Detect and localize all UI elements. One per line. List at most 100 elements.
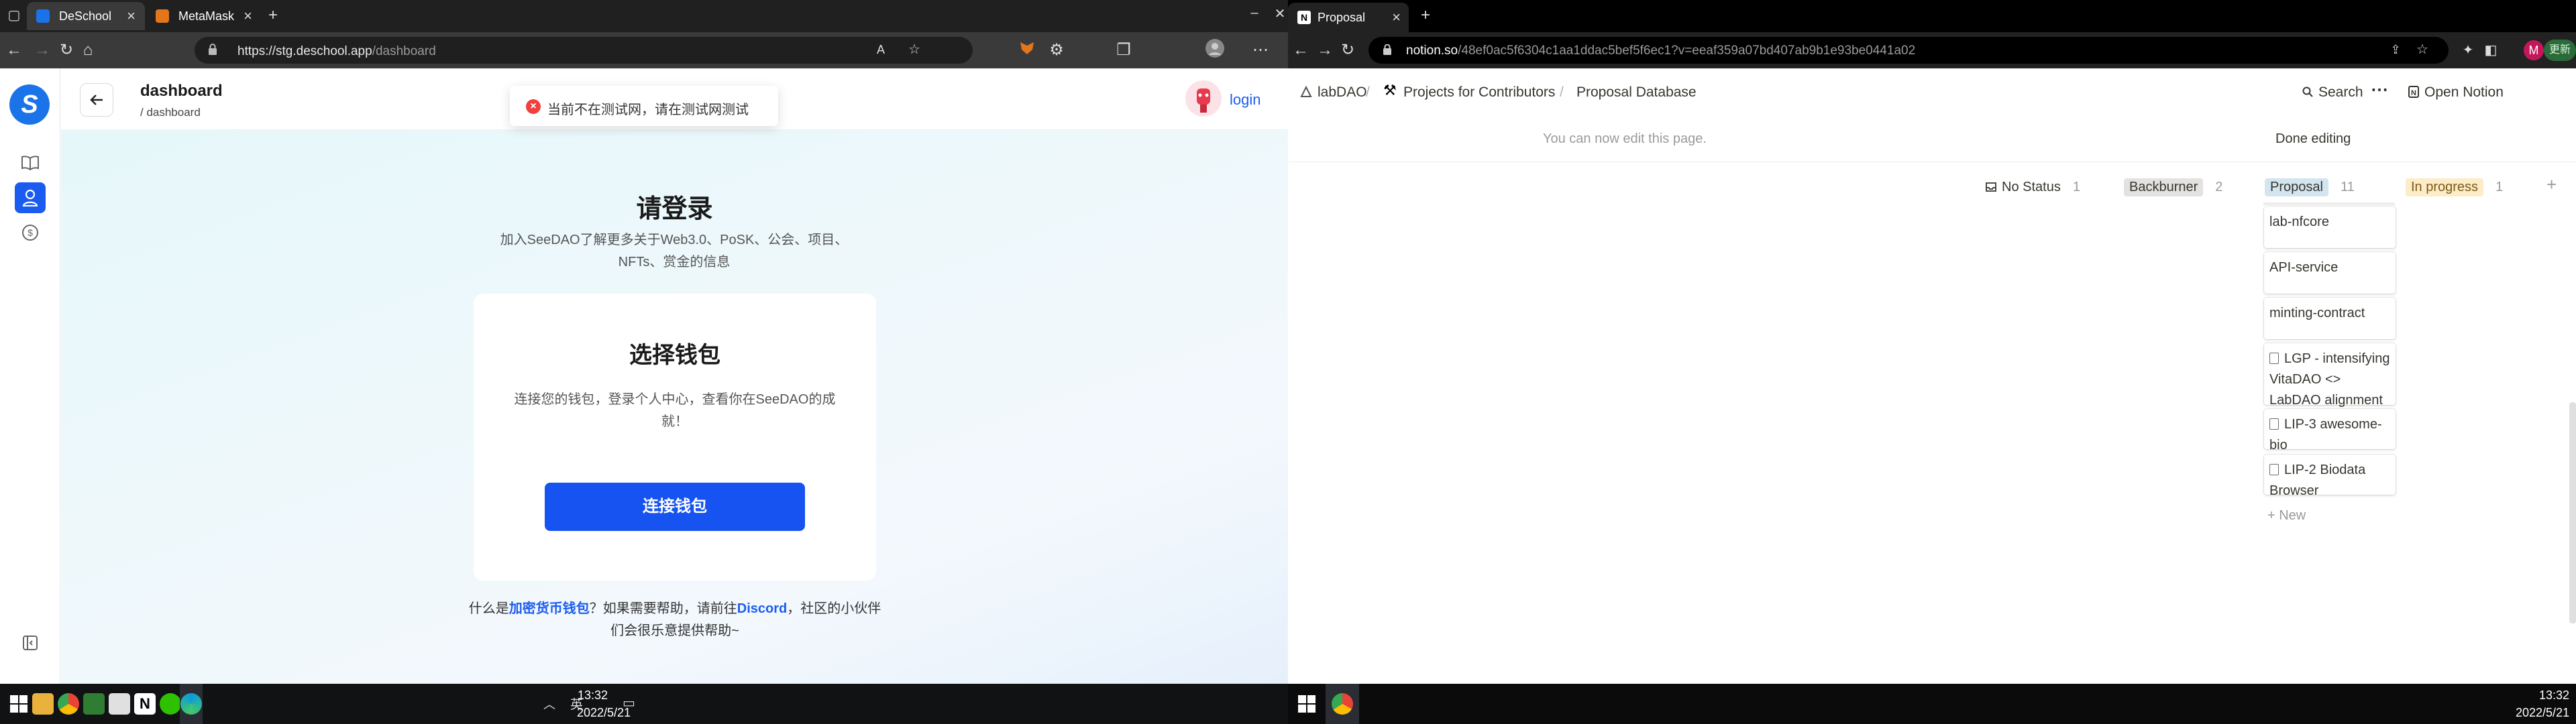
open-notion-button[interactable]: Open Notion — [2424, 84, 2504, 101]
tray-clock[interactable]: 13:32 2022/5/21 — [577, 686, 631, 721]
scrollbar[interactable] — [2569, 402, 2576, 623]
svg-text:N: N — [2411, 89, 2416, 97]
read-aloud-icon[interactable]: A — [871, 40, 891, 60]
update-button[interactable]: 更新 — [2544, 40, 2576, 61]
tab-proposal-database[interactable]: N Proposal Database × — [1288, 3, 1409, 54]
avatar[interactable] — [1185, 80, 1222, 117]
deschool-logo[interactable]: S — [9, 84, 50, 125]
close-icon[interactable]: × — [127, 7, 136, 25]
column-proposal[interactable]: Proposal 11 — [2265, 177, 2355, 197]
extensions-icon[interactable]: ⚙ — [1046, 40, 1067, 60]
board-card[interactable]: LIP-2 Biodata Browser — [2264, 455, 2396, 498]
close-icon[interactable]: × — [1392, 3, 1401, 32]
chrome-address-bar[interactable]: notion.so/48ef0ac5f6304c1aa1ddac5bef5f6e… — [1368, 37, 2449, 64]
refresh-icon[interactable]: ↻ — [1338, 40, 1358, 60]
extensions-icon[interactable]: ✦ — [2458, 40, 2478, 60]
notion-icon[interactable]: N — [134, 693, 156, 715]
clock-date: 2022/5/21 — [2516, 706, 2570, 719]
min-icon[interactable]: – — [1241, 5, 1268, 21]
breadcrumb: / dashboard — [140, 106, 201, 119]
wallet-title: 选择钱包 — [629, 343, 720, 368]
breadcrumb-separator: / — [1560, 84, 1564, 100]
column-in-progress[interactable]: In progress 1 — [2406, 177, 2503, 197]
workspace-icon — [1300, 86, 1312, 97]
notifications-icon[interactable]: ▭ — [623, 695, 635, 711]
notes-icon[interactable] — [109, 693, 130, 715]
connect-wallet-button[interactable]: 连接钱包 — [545, 483, 805, 531]
new-tab-icon[interactable]: + — [1415, 5, 1436, 25]
page-title: dashboard — [140, 82, 223, 100]
profile-avatar[interactable]: M — [2524, 40, 2544, 60]
taskbar-left: N ︿ 英 13:32 2022/5/21 ▭ — [0, 684, 1288, 724]
windows-start-icon[interactable] — [8, 693, 30, 715]
board-card[interactable]: API-service — [2264, 252, 2396, 294]
chrome-taskbar-active[interactable] — [1326, 684, 1359, 724]
edge-taskbar-active[interactable] — [180, 684, 203, 724]
close-icon[interactable]: × — [244, 7, 252, 25]
column-count: 1 — [2072, 179, 2080, 194]
refresh-icon[interactable]: ↻ — [56, 40, 76, 60]
login-subtitle: 加入SeeDAO了解更多关于Web3.0、PoSK、公会、项目、NFTs、赏金的… — [500, 233, 849, 269]
wechat-icon[interactable] — [160, 693, 181, 715]
collections-icon[interactable]: ❐ — [1114, 40, 1134, 60]
profile-icon[interactable] — [1205, 39, 1225, 59]
book-icon[interactable] — [15, 147, 46, 178]
done-editing-button[interactable]: Done editing — [2275, 131, 2351, 147]
breadcrumb-projects[interactable]: Projects for Contributors — [1403, 84, 1555, 101]
back-button[interactable] — [80, 83, 113, 117]
board-card[interactable]: LIP-3 awesome-bio — [2264, 409, 2396, 452]
clock-time: 13:32 — [2538, 688, 2569, 702]
metamask-extension-icon[interactable] — [1017, 40, 1037, 60]
page-icon — [2269, 464, 2279, 475]
edge-address-bar[interactable]: https://stg.deschool.app/dashboard A ☆ — [195, 37, 973, 64]
more-icon[interactable]: ⋯ — [2371, 79, 2388, 100]
close-window-icon[interactable]: ✕ — [1267, 5, 1288, 22]
tray-chevron-icon[interactable]: ︿ — [543, 695, 555, 713]
breadcrumb-workspace[interactable]: labDAO — [1318, 84, 1367, 101]
tab-deschool[interactable]: DeSchool × — [27, 2, 145, 30]
login-link[interactable]: login — [1230, 91, 1260, 109]
error-toast: × 当前不在测试网，请在测试网测试 — [510, 86, 778, 126]
new-card-button[interactable]: + New — [2267, 508, 2306, 524]
column-label: In progress — [2406, 178, 2484, 196]
column-backburner[interactable]: Backburner 2 — [2124, 177, 2222, 197]
breadcrumb-database[interactable]: Proposal Database — [1576, 84, 1697, 101]
tray-clock[interactable]: 13:32 2022/5/21 — [2516, 686, 2569, 721]
collapse-sidebar-icon[interactable] — [15, 627, 46, 658]
chrome-icon[interactable] — [58, 693, 79, 715]
app-icon[interactable] — [83, 693, 105, 715]
forward-icon[interactable]: → — [32, 40, 52, 60]
workspaces-icon[interactable]: ▢ — [4, 5, 24, 25]
column-no-status[interactable]: No Status 1 — [1986, 177, 2080, 197]
board-card[interactable]: minting-contract — [2264, 298, 2396, 339]
toast-message: 当前不在测试网，请在测试网测试 — [547, 103, 749, 117]
card-title: LIP-3 awesome-bio — [2269, 417, 2382, 452]
add-group-icon[interactable]: + — [2546, 174, 2557, 195]
share-icon[interactable]: ⇪ — [2385, 40, 2406, 60]
search-icon — [2302, 86, 2313, 97]
windows-start-icon[interactable] — [1296, 693, 1318, 715]
back-icon[interactable]: ← — [1291, 40, 1311, 60]
board-card[interactable]: LGP - intensifying VitaDAO <> LabDAO ali… — [2264, 343, 2396, 408]
user-icon[interactable] — [15, 182, 46, 213]
back-icon[interactable]: ← — [4, 40, 24, 60]
board-card[interactable]: lab-nfcore — [2264, 206, 2396, 248]
bookmark-star-icon[interactable]: ☆ — [2412, 40, 2432, 60]
discord-link[interactable]: Discord — [737, 601, 787, 616]
right-monitor: N Proposal Database × + ← → ↻ notion.so/… — [1288, 0, 2576, 724]
edge-toolbar: ← → ↻ ⌂ https://stg.deschool.app/dashboa… — [0, 32, 1288, 68]
deschool-sidebar: S $ — [0, 68, 60, 684]
favorite-add-icon[interactable]: ☆ — [904, 40, 924, 60]
wallet-card: 选择钱包 连接您的钱包，登录个人中心，查看你在SeeDAO的成就！ 连接钱包 — [474, 294, 876, 581]
edit-banner: You can now edit this page. Done editing — [1288, 115, 2576, 162]
home-icon[interactable]: ⌂ — [78, 40, 98, 60]
side-panel-icon[interactable]: ◧ — [2481, 40, 2501, 60]
dollar-icon[interactable]: $ — [15, 217, 46, 248]
tab-metamask[interactable]: MetaMask × — [146, 2, 262, 30]
search-button[interactable]: Search — [2318, 84, 2363, 101]
new-tab-icon[interactable]: + — [263, 5, 283, 25]
crypto-wallet-link[interactable]: 加密货币钱包 — [509, 601, 590, 616]
file-explorer-icon[interactable] — [32, 693, 54, 715]
forward-icon[interactable]: → — [1315, 40, 1335, 60]
more-icon[interactable]: ⋯ — [1250, 40, 1271, 60]
